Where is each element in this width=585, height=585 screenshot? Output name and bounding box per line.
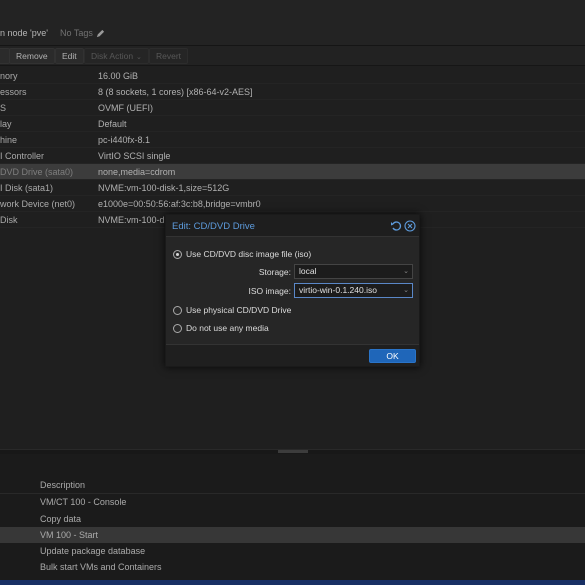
chevron-down-icon[interactable]: ⌄ (403, 265, 409, 278)
dialog-title: Edit: CD/DVD Drive (172, 221, 255, 232)
chevron-down-icon[interactable]: ⌄ (403, 284, 409, 297)
radio-button[interactable] (173, 306, 182, 315)
storage-select[interactable]: local ⌄ (294, 264, 413, 279)
radio-use-iso[interactable]: Use CD/DVD disc image file (iso) (173, 247, 311, 261)
radio-label: Use CD/DVD disc image file (iso) (186, 249, 311, 259)
ok-button[interactable]: OK (369, 349, 416, 363)
radio-label: Use physical CD/DVD Drive (186, 305, 291, 315)
close-icon[interactable] (404, 220, 416, 232)
reset-icon[interactable] (390, 220, 402, 232)
radio-label: Do not use any media (186, 323, 269, 333)
radio-use-physical[interactable]: Use physical CD/DVD Drive (173, 303, 291, 317)
iso-image-label: ISO image: (236, 286, 291, 296)
proxmox-screen: n node 'pve' No Tags Remove Edit Disk Ac… (0, 0, 585, 585)
dialog-header: Edit: CD/DVD Drive (166, 215, 419, 237)
dialog-body: Use CD/DVD disc image file (iso) Storage… (166, 237, 419, 344)
storage-label: Storage: (236, 267, 291, 277)
dialog-footer: OK (166, 344, 419, 366)
radio-button-checked[interactable] (173, 250, 182, 259)
iso-image-value: virtio-win-0.1.240.iso (299, 285, 377, 295)
iso-image-select[interactable]: virtio-win-0.1.240.iso ⌄ (294, 283, 413, 298)
edit-cd-dvd-dialog: Edit: CD/DVD Drive Use CD/DVD disc image… (165, 214, 420, 367)
storage-value: local (299, 266, 316, 276)
radio-button[interactable] (173, 324, 182, 333)
radio-no-media[interactable]: Do not use any media (173, 321, 269, 335)
